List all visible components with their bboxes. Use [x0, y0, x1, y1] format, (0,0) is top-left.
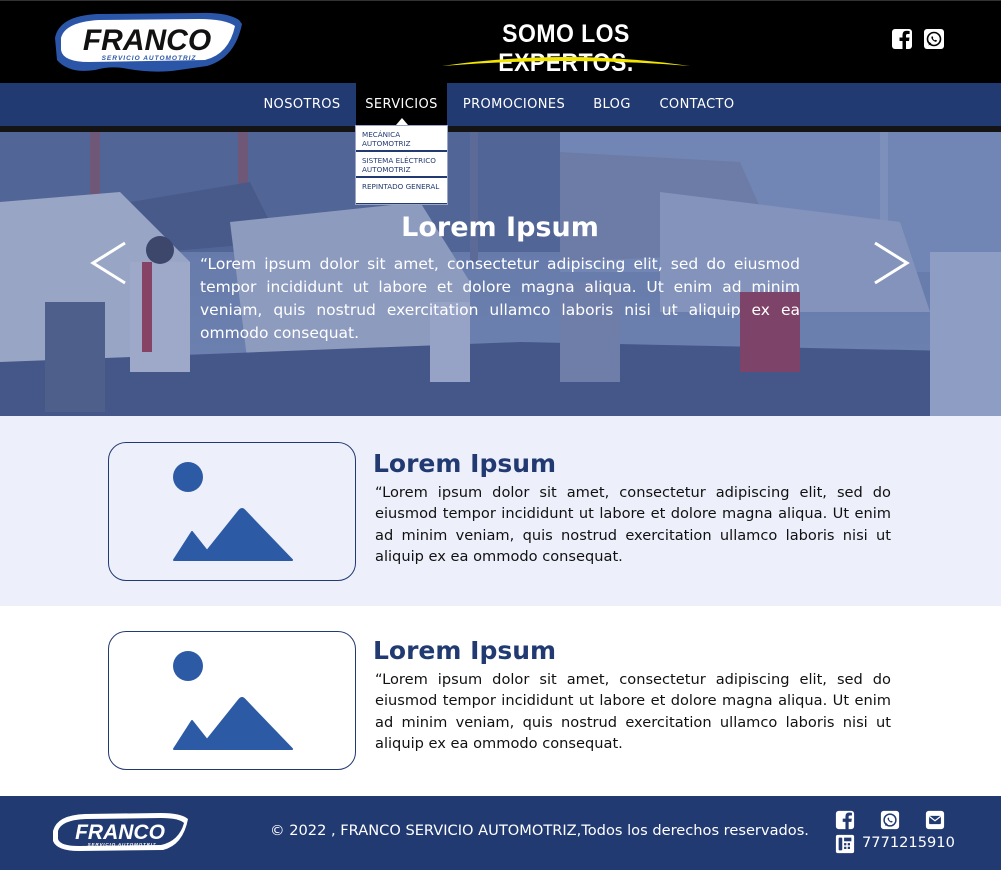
feature-text: “Lorem ipsum dolor sit amet, consectetur…: [375, 671, 891, 752]
facebook-icon[interactable]: [891, 28, 913, 50]
dropdown-item-mecanica[interactable]: MECÁNICA AUTOMOTRIZ: [356, 126, 447, 152]
image-placeholder-icon: [173, 651, 293, 750]
dropdown-item-repintado[interactable]: REPINTADO GENERAL: [356, 178, 447, 204]
hero-text: “Lorem ipsum dolor sit amet, consectetur…: [200, 255, 800, 342]
svg-text:SERVICIO AUTOMOTRIZ: SERVICIO AUTOMOTRIZ: [102, 55, 197, 62]
nav-item-contacto[interactable]: CONTACTO: [652, 83, 742, 126]
whatsapp-icon[interactable]: [923, 28, 945, 50]
nav-item-blog[interactable]: BLOG: [584, 83, 640, 126]
svg-text:SERVICIO AUTOMOTRIZ: SERVICIO AUTOMOTRIZ: [88, 842, 157, 847]
chevron-right-icon[interactable]: [871, 240, 911, 286]
chevron-left-icon[interactable]: [89, 240, 129, 286]
hero-title: Lorem Ipsum: [401, 212, 599, 243]
feature-title: Lorem Ipsum: [373, 449, 557, 478]
franco-footer-logo[interactable]: FRANCO SERVICIO AUTOMOTRIZ: [49, 811, 191, 855]
nav-active-caret: [396, 118, 408, 125]
nav-item-nosotros[interactable]: NOSOTROS: [258, 83, 346, 126]
mail-icon[interactable]: [925, 810, 945, 830]
svg-text:FRANCO: FRANCO: [83, 24, 211, 57]
nav-item-promociones[interactable]: PROMOCIONES: [456, 83, 572, 126]
facebook-icon[interactable]: [835, 810, 855, 830]
phone-icon: [835, 834, 855, 854]
image-placeholder-icon: [173, 462, 293, 561]
svg-text:FRANCO: FRANCO: [75, 821, 165, 844]
slogan-underline: [442, 57, 690, 66]
whatsapp-icon[interactable]: [880, 810, 900, 830]
franco-logo[interactable]: FRANCO SERVICIO AUTOMOTRIZ: [49, 10, 245, 73]
copyright-text: © 2022 , FRANCO SERVICIO AUTOMOTRIZ,Todo…: [270, 822, 809, 839]
feature-text: “Lorem ipsum dolor sit amet, consectetur…: [375, 484, 891, 565]
dropdown-item-sistema-electrico[interactable]: SISTEMA ELÉCTRICO AUTOMOTRIZ: [356, 152, 447, 178]
servicios-dropdown: MECÁNICA AUTOMOTRIZ SISTEMA ELÉCTRICO AU…: [355, 125, 448, 205]
image-placeholder: [108, 442, 356, 581]
image-placeholder: [108, 631, 356, 770]
feature-title: Lorem Ipsum: [373, 636, 557, 665]
phone-number[interactable]: 7771215910: [862, 834, 955, 851]
